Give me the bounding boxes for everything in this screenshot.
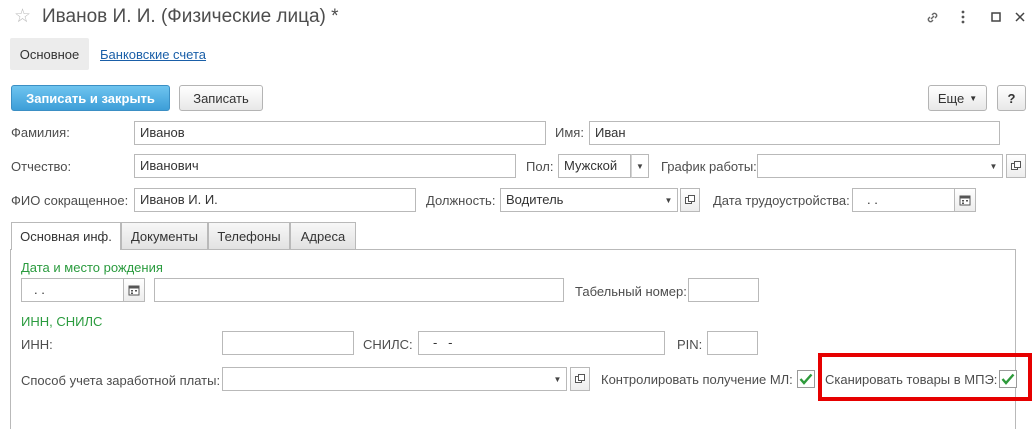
highlight-annotation — [818, 353, 1032, 401]
patronymic-field[interactable]: Иванович — [134, 154, 516, 178]
close-icon[interactable] — [1012, 9, 1028, 25]
salary-method-chevron-down-icon[interactable]: ▼ — [549, 367, 567, 391]
inn-group-title: ИНН, СНИЛС — [21, 314, 103, 329]
section-bank-accounts-link[interactable]: Банковские счета — [100, 47, 206, 63]
schedule-open-icon[interactable] — [1006, 154, 1026, 178]
checkmark-icon — [799, 373, 813, 385]
position-select[interactable]: Водитель — [500, 188, 662, 212]
short-name-label: ФИО сокращенное: — [11, 193, 129, 208]
patronymic-label: Отчество: — [11, 159, 72, 174]
position-label: Должность: — [426, 193, 496, 208]
section-main[interactable]: Основное — [10, 38, 89, 70]
schedule-label: График работы: — [661, 159, 757, 174]
tab-main-info[interactable]: Основная инф. — [11, 222, 121, 250]
tab-number-label: Табельный номер: — [575, 284, 687, 299]
position-open-icon[interactable] — [680, 188, 700, 212]
more-button[interactable]: Еще ▼ — [928, 85, 987, 111]
link-icon[interactable] — [924, 9, 940, 25]
pin-label: PIN: — [677, 337, 703, 352]
gender-select[interactable]: Мужской — [558, 154, 631, 178]
gender-label: Пол: — [526, 159, 554, 174]
control-ml-label: Контролировать получение МЛ: — [601, 372, 793, 387]
snils-label: СНИЛС: — [363, 337, 413, 352]
save-button[interactable]: Записать — [179, 85, 263, 111]
salary-method-label: Способ учета заработной платы: — [21, 373, 221, 388]
inn-field[interactable] — [222, 331, 354, 355]
salary-method-select[interactable] — [222, 367, 551, 391]
firstname-field[interactable]: Иван — [589, 121, 1000, 145]
chevron-down-icon: ▼ — [969, 93, 978, 103]
control-ml-checkbox[interactable] — [797, 370, 815, 388]
gender-chevron-down-icon[interactable]: ▼ — [631, 154, 649, 178]
help-button[interactable]: ? — [997, 85, 1026, 111]
birth-date-calendar-icon[interactable] — [123, 278, 145, 302]
hire-date-label: Дата трудоустройства: — [713, 193, 850, 208]
more-label: Еще — [937, 90, 965, 106]
hire-date-calendar-icon[interactable] — [954, 188, 976, 212]
short-name-field[interactable]: Иванов И. И. — [134, 188, 416, 212]
more-vertical-icon[interactable] — [955, 9, 971, 25]
save-and-close-button[interactable]: Записать и закрыть — [11, 85, 170, 111]
lastname-field[interactable]: Иванов — [134, 121, 546, 145]
firstname-label: Имя: — [555, 125, 584, 140]
tab-number-field[interactable] — [688, 278, 759, 302]
schedule-select[interactable] — [757, 154, 987, 178]
hire-date-field[interactable]: . . — [852, 188, 956, 212]
snils-field[interactable]: - - — [418, 331, 665, 355]
salary-method-open-icon[interactable] — [570, 367, 590, 391]
birth-date-field[interactable]: . . — [21, 278, 125, 302]
inn-label: ИНН: — [21, 337, 53, 352]
birth-group-title: Дата и место рождения — [21, 260, 163, 275]
window-title: Иванов И. И. (Физические лица) * — [42, 6, 339, 27]
pin-field[interactable] — [707, 331, 758, 355]
tab-phones[interactable]: Телефоны — [208, 222, 290, 249]
schedule-chevron-down-icon[interactable]: ▼ — [985, 154, 1003, 178]
position-chevron-down-icon[interactable]: ▼ — [660, 188, 678, 212]
favorite-star-icon[interactable]: ☆ — [14, 6, 31, 28]
birth-place-field[interactable] — [154, 278, 564, 302]
lastname-label: Фамилия: — [11, 125, 70, 140]
tab-documents[interactable]: Документы — [121, 222, 208, 249]
tab-addresses[interactable]: Адреса — [290, 222, 356, 249]
maximize-icon[interactable] — [988, 9, 1004, 25]
